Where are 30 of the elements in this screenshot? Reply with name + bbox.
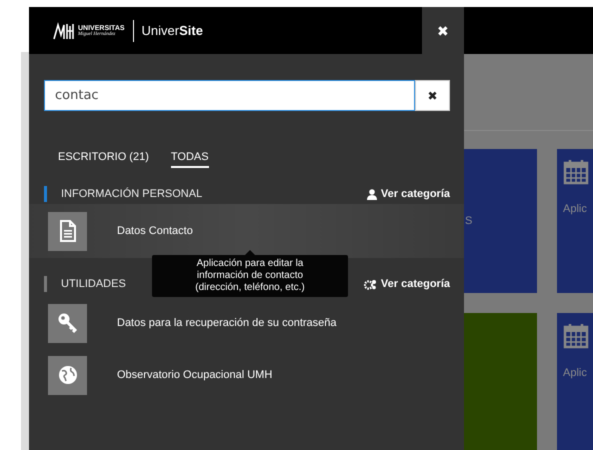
key-icon [56, 312, 78, 334]
tooltip-arrow [245, 250, 255, 255]
app-tile[interactable]: Aplic [557, 149, 593, 293]
document-icon [58, 220, 76, 242]
app-list-item[interactable]: Observatorio Ocupacional UMH [29, 356, 464, 394]
app-list-item[interactable]: Datos Contacto [29, 204, 464, 258]
search-field[interactable]: contac [44, 80, 415, 111]
globe-icon [58, 365, 78, 385]
tile-label: S [465, 215, 472, 227]
view-category-link[interactable]: Ver categoría [366, 188, 450, 200]
filter-tab[interactable]: TODAS [170, 151, 209, 168]
clear-button[interactable]: ✖ [415, 80, 450, 111]
category-title: INFORMACIÓN PERSONAL [61, 188, 202, 200]
logo-icon [53, 22, 75, 40]
site-title: UniverSite [142, 23, 203, 38]
category-title: UTILIDADES [61, 278, 126, 290]
filter-tab[interactable]: ESCRITORIO (21) [58, 151, 149, 168]
tile-label: Aplic [563, 367, 587, 379]
app-tile[interactable]: S [464, 149, 537, 293]
calendar-icon [563, 323, 589, 349]
tile-label: Aplic [563, 203, 587, 215]
user-icon [366, 188, 377, 200]
calendar-icon [563, 159, 589, 185]
app-list-item[interactable]: Datos para la recuperación de su contraseña [29, 304, 464, 342]
gears-icon [364, 278, 377, 290]
tooltip: Aplicación para editar la información de contacto (dirección, teléfono, etc.) [152, 255, 348, 297]
app-tile[interactable] [464, 313, 537, 450]
close-button[interactable]: ✖ [422, 7, 464, 54]
view-category-link[interactable]: Ver categoría [364, 278, 450, 290]
app-tile[interactable]: Aplic [557, 313, 593, 450]
